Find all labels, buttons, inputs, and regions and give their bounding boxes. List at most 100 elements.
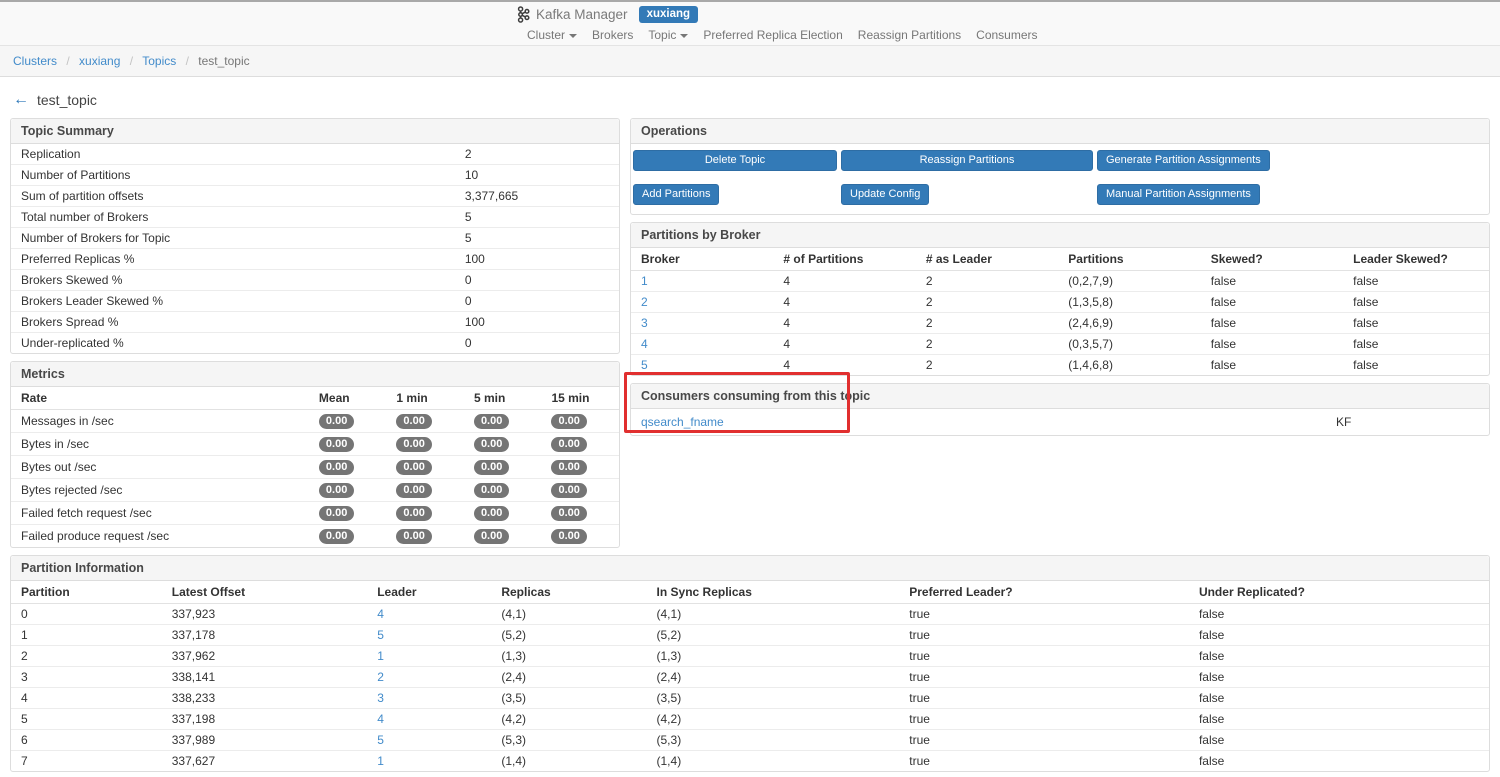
broker-leader-skewed: false — [1343, 312, 1489, 334]
partition-column-header: Replicas — [491, 581, 647, 604]
preferred-leader: true — [899, 645, 1189, 667]
delete-topic-button[interactable]: Delete Topic — [633, 150, 837, 171]
operations-buttons: Delete Topic Reassign Partitions Generat… — [631, 144, 1489, 214]
manual-partition-assignments-button[interactable]: Manual Partition Assignments — [1097, 184, 1260, 205]
nav-consumers[interactable]: Consumers — [976, 28, 1037, 42]
nav-preferred-replica-election[interactable]: Preferred Replica Election — [703, 28, 842, 42]
in-sync-replicas: (1,4) — [646, 750, 900, 771]
summary-label: Number of Partitions — [11, 164, 455, 186]
consumer-type: KF — [1335, 415, 1352, 429]
broker-link[interactable]: 4 — [641, 337, 648, 351]
topic-summary-table: Replication 2 Number of Partitions 10 Su… — [11, 144, 619, 353]
broker-partitions: (2,4,6,9) — [1058, 312, 1201, 334]
kafka-logo-icon — [517, 6, 530, 23]
table-row: Failed fetch request /sec 0.00 0.00 0.00… — [11, 501, 619, 525]
metric-5min-badge: 0.00 — [473, 460, 510, 475]
metric-15min-badge: 0.00 — [551, 437, 587, 452]
table-row: Replication 2 — [11, 144, 619, 165]
broker-num-partitions: 4 — [773, 312, 916, 334]
main-content: ← test_topic Topic Summary Replication 2… — [0, 92, 1500, 772]
in-sync-replicas: (5,3) — [646, 729, 900, 751]
broker-link[interactable]: 1 — [641, 274, 648, 288]
broker-skewed: false — [1200, 333, 1344, 355]
leader-link[interactable]: 1 — [377, 754, 384, 768]
broker-column-header: Partitions — [1058, 248, 1201, 271]
preferred-leader: true — [899, 624, 1189, 646]
nav-brokers[interactable]: Brokers — [592, 28, 633, 42]
broker-skewed: false — [1200, 291, 1344, 313]
nav-cluster[interactable]: Cluster — [527, 28, 578, 42]
broker-link[interactable]: 3 — [641, 316, 648, 330]
generate-partition-assignments-button[interactable]: Generate Partition Assignments — [1097, 150, 1270, 171]
partition-id: 2 — [11, 645, 162, 667]
back-arrow-icon[interactable]: ← — [13, 92, 29, 108]
leader-link[interactable]: 4 — [377, 607, 384, 621]
add-partitions-button[interactable]: Add Partitions — [633, 184, 720, 205]
summary-label: Sum of partition offsets — [11, 185, 455, 207]
cluster-badge[interactable]: xuxiang — [638, 6, 699, 23]
in-sync-replicas: (4,1) — [656, 607, 682, 621]
broker-partitions: (1,4,6,8) — [1058, 354, 1201, 375]
preferred-leader: true — [899, 666, 1189, 688]
leader-link[interactable]: 5 — [377, 628, 384, 642]
reassign-partitions-button[interactable]: Reassign Partitions — [841, 150, 1093, 171]
metric-label: Messages in /sec — [21, 414, 114, 428]
broker-num-partitions: 4 — [773, 354, 916, 375]
metrics-heading: Metrics — [11, 362, 619, 387]
in-sync-replicas: (4,2) — [646, 708, 900, 730]
metrics-column-header: Rate — [11, 387, 309, 410]
partition-id: 0 — [21, 607, 28, 621]
leader-link[interactable]: 5 — [377, 733, 384, 747]
summary-value: 0 — [454, 332, 619, 353]
under-replicated: false — [1188, 624, 1489, 646]
leader-link[interactable]: 3 — [377, 691, 384, 705]
summary-value: 5 — [454, 227, 619, 249]
under-replicated: false — [1188, 729, 1489, 751]
broker-as-leader: 2 — [915, 291, 1059, 313]
metric-mean-badge: 0.00 — [318, 437, 355, 452]
topic-summary-heading: Topic Summary — [11, 119, 619, 144]
leader-link[interactable]: 2 — [377, 670, 384, 684]
breadcrumb-clusters[interactable]: Clusters — [13, 54, 57, 68]
operations-panel: Operations Delete Topic Reassign Partiti… — [630, 118, 1490, 215]
table-row: Bytes in /sec 0.00 0.00 0.00 0.00 — [11, 432, 619, 456]
in-sync-replicas: (5,2) — [646, 624, 900, 646]
page-title: ← test_topic — [13, 92, 1490, 109]
summary-label: Brokers Leader Skewed % — [11, 290, 455, 312]
partition-information-heading: Partition Information — [11, 556, 1489, 581]
broker-as-leader: 2 — [925, 274, 933, 288]
leader-link[interactable]: 4 — [377, 712, 384, 726]
metric-5min-badge: 0.00 — [473, 437, 510, 452]
topic-name: test_topic — [37, 92, 97, 108]
partition-column-header: Preferred Leader? — [899, 581, 1189, 604]
metrics-table: Rate Mean 1 min 5 min 15 min Messages in /se… — [11, 387, 619, 547]
brand[interactable]: Kafka Manager xuxiang — [514, 6, 699, 23]
preferred-leader: true — [909, 607, 930, 621]
replicas: (5,2) — [491, 624, 647, 646]
topic-summary-panel: Topic Summary Replication 2 Number of Pa… — [10, 118, 620, 354]
metric-1min-badge: 0.00 — [396, 437, 432, 452]
breadcrumb-cluster-name[interactable]: xuxiang — [79, 54, 120, 68]
metric-5min-badge: 0.00 — [473, 483, 510, 498]
broker-num-partitions: 4 — [773, 291, 916, 313]
consumer-link[interactable]: qsearch_fname — [641, 415, 724, 429]
table-row: 2 337,962 1 (1,3) (1,3) true false — [11, 645, 1489, 667]
broker-column-header: # as Leader — [915, 248, 1059, 271]
broker-as-leader: 2 — [915, 312, 1059, 334]
metric-label: Failed produce request /sec — [11, 524, 309, 547]
breadcrumb-topics[interactable]: Topics — [142, 54, 176, 68]
metrics-column-header: 1 min — [386, 387, 464, 410]
table-row: Messages in /sec 0.00 0.00 0.00 0.00 — [11, 410, 619, 433]
metric-1min-badge: 0.00 — [396, 529, 432, 544]
nav-topic[interactable]: Topic — [648, 28, 689, 42]
leader-link[interactable]: 1 — [377, 649, 384, 663]
navbar: Kafka Manager xuxiang Cluster Brokers To… — [0, 2, 1500, 46]
broker-link[interactable]: 5 — [641, 358, 648, 372]
nav-reassign-partitions[interactable]: Reassign Partitions — [858, 28, 961, 42]
update-config-button[interactable]: Update Config — [841, 184, 930, 205]
broker-skewed: false — [1210, 274, 1237, 288]
summary-value: 100 — [454, 248, 619, 270]
broker-link[interactable]: 2 — [641, 295, 648, 309]
metric-mean-badge: 0.00 — [318, 529, 355, 544]
broker-leader-skewed: false — [1343, 333, 1489, 355]
